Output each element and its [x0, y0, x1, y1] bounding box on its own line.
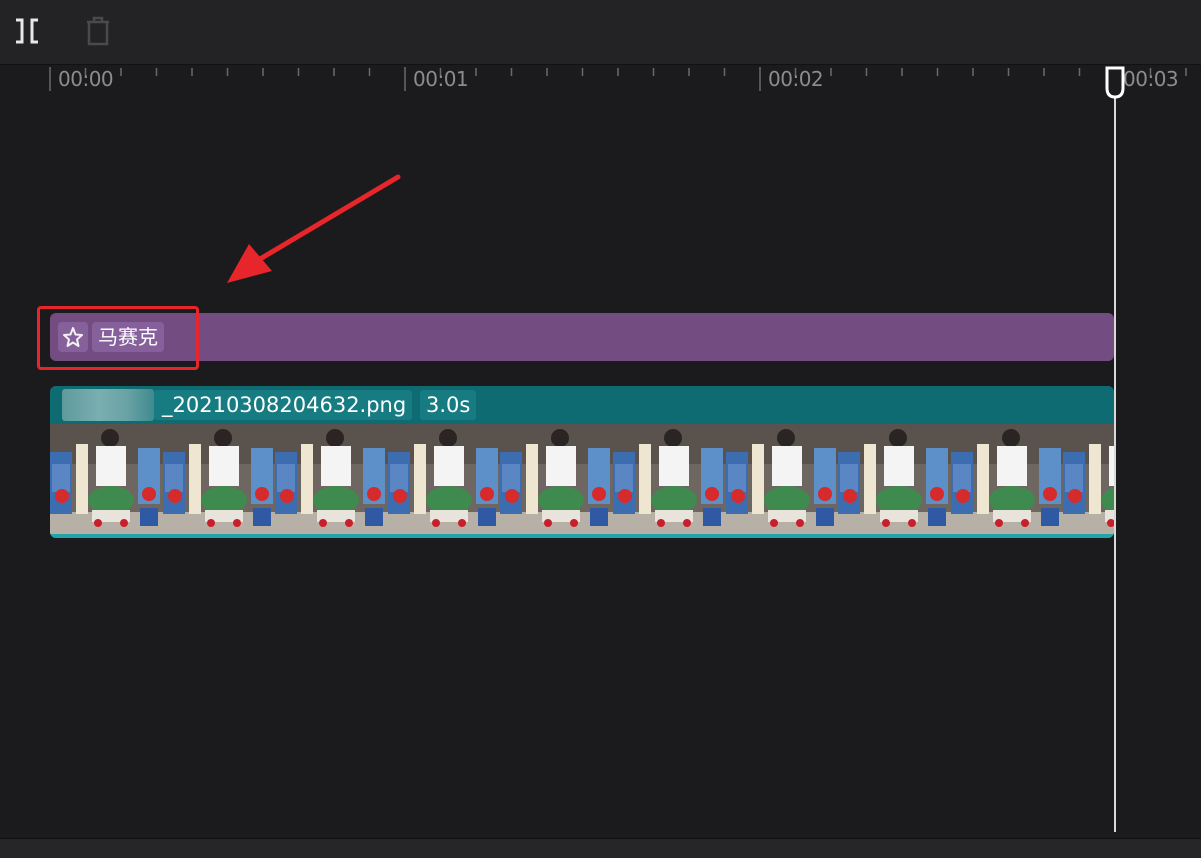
film-frame [162, 424, 276, 534]
film-frame [950, 424, 1064, 534]
mosaic-effect-clip[interactable]: 马赛克 [50, 313, 1114, 361]
ruler-label-2: 00:02 [768, 67, 824, 91]
ruler-label-3: 00:03 [1123, 67, 1179, 91]
clip-filename: _20210308204632.png [154, 390, 413, 420]
film-strip [50, 424, 1114, 534]
film-frame [1063, 424, 1114, 534]
film-frame [275, 424, 388, 534]
clip-header: _20210308204632.png 3.0s [50, 386, 1114, 424]
video-clip[interactable]: _20210308204632.png 3.0s [50, 386, 1114, 538]
time-ruler[interactable]: 00:00 00:01 00:02 00:03 [0, 65, 1201, 95]
film-frame [50, 424, 163, 534]
playhead-handle[interactable] [1104, 66, 1126, 100]
ruler-label-1: 00:01 [413, 67, 469, 91]
split-icon [16, 18, 38, 44]
clip-duration: 3.0s [420, 390, 477, 420]
clip-bottom-line [50, 534, 1114, 538]
ruler-label-0: 00:00 [58, 67, 114, 91]
playhead-line[interactable] [1114, 80, 1116, 832]
film-frame [387, 424, 501, 534]
highlight-box [37, 306, 199, 370]
film-frame [612, 424, 726, 534]
film-frame [500, 424, 613, 534]
split-button[interactable] [12, 16, 42, 46]
ruler-ticks [49, 67, 1187, 91]
annotation-arrow [227, 174, 401, 283]
film-frame [838, 424, 951, 534]
horizontal-scrollbar[interactable] [0, 838, 1201, 858]
timeline-toolbar [0, 0, 1201, 65]
trash-icon [87, 16, 109, 46]
delete-button[interactable] [84, 16, 112, 46]
film-frame [725, 424, 839, 534]
blurred-filename-prefix [62, 389, 154, 421]
